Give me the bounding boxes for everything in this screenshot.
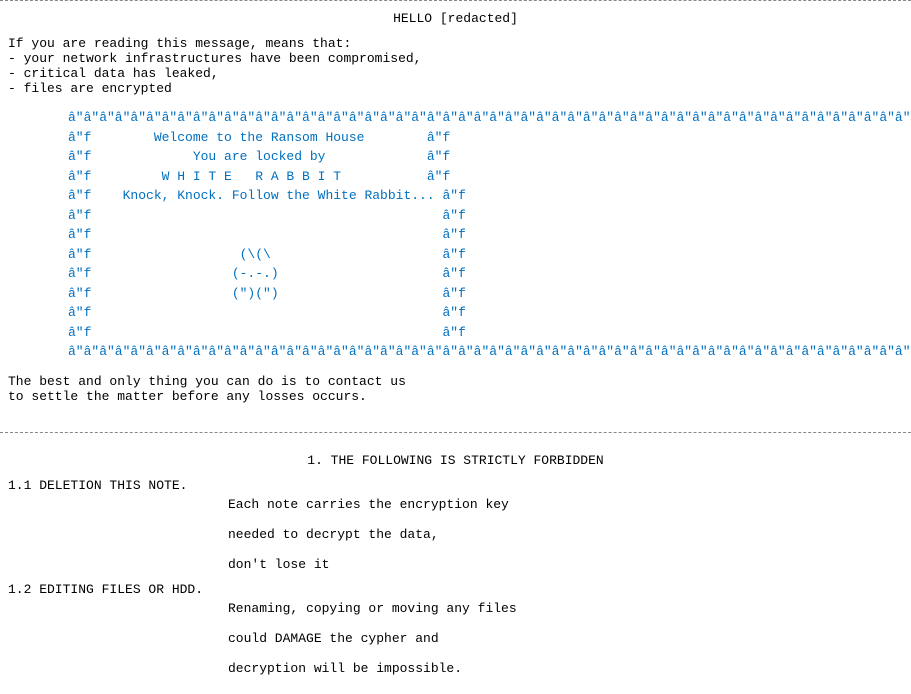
page-container: HELLO [redacted] If you are reading this… [0, 0, 911, 694]
rule-1-2-body: Renaming, copying or moving any files co… [228, 601, 903, 676]
ascii-white-rabbit: â"f W H I T E R A B B I T â"f [68, 169, 450, 184]
rule-1-1-line1: Each note carries the encryption key [228, 497, 903, 512]
intro-line4: - files are encrypted [8, 81, 903, 96]
rule-1-2-line1: Renaming, copying or moving any files [228, 601, 903, 616]
ascii-welcome: â"f Welcome to the Ransom House â"f [68, 130, 450, 145]
ascii-art-box: â"â"â"â"â"â"â"â"â"â"â"â"â"â"â"â"â"â"â"â"… [68, 108, 903, 362]
mid-dashed-border [0, 432, 911, 433]
rules-content: 1. THE FOLLOWING IS STRICTLY FORBIDDEN 1… [0, 441, 911, 694]
intro-line2: - your network infrastructures have been… [8, 51, 903, 66]
rule-1-2-header: 1.2 EDITING FILES OR HDD. [8, 582, 903, 597]
rule-1-2-line2: could DAMAGE the cypher and [228, 631, 903, 646]
intro-line1: If you are reading this message, means t… [8, 36, 903, 51]
contact-line1: The best and only thing you can do is to… [8, 374, 406, 389]
section1-title: 1. THE FOLLOWING IS STRICTLY FORBIDDEN [8, 453, 903, 468]
ascii-empty1: â"f â"f [68, 208, 466, 223]
rule-1-1-line3: don't lose it [228, 557, 903, 572]
ascii-border-bottom: â"â"â"â"â"â"â"â"â"â"â"â"â"â"â"â"â"â"â"â"… [68, 344, 911, 359]
ascii-empty2: â"f â"f [68, 227, 466, 242]
rule-1-1-line2: needed to decrypt the data, [228, 527, 903, 542]
rule-1-1: 1.1 DELETION THIS NOTE. Each note carrie… [8, 478, 903, 572]
hello-heading: HELLO [redacted] [8, 11, 903, 26]
ascii-art-content: â"â"â"â"â"â"â"â"â"â"â"â"â"â"â"â"â"â"â"â"… [68, 108, 903, 362]
intro-line3: - critical data has leaked, [8, 66, 903, 81]
hello-text: HELLO [redacted] [393, 11, 518, 26]
rule-1-2: 1.2 EDITING FILES OR HDD. Renaming, copy… [8, 582, 903, 676]
intro-block: If you are reading this message, means t… [8, 36, 903, 96]
ascii-border-top: â"â"â"â"â"â"â"â"â"â"â"â"â"â"â"â"â"â"â"â"… [68, 110, 911, 125]
ascii-knock: â"f Knock, Knock. Follow the White Rabbi… [68, 188, 466, 203]
contact-line2: to settle the matter before any losses o… [8, 389, 367, 404]
ascii-empty3: â"f â"f [68, 305, 466, 320]
ascii-bunny2: â"f (-.-.) â"f [68, 266, 466, 281]
rule-1-2-line3: decryption will be impossible. [228, 661, 903, 676]
ascii-bunny1: â"f (\(\ â"f [68, 247, 466, 262]
rule-1-1-body: Each note carries the encryption key nee… [228, 497, 903, 572]
ascii-locked: â"f You are locked by â"f [68, 149, 450, 164]
ascii-empty4: â"f â"f [68, 325, 466, 340]
contact-text: The best and only thing you can do is to… [8, 374, 903, 404]
main-content: HELLO [redacted] If you are reading this… [0, 1, 911, 424]
section1-title-text: 1. THE FOLLOWING IS STRICTLY FORBIDDEN [307, 453, 603, 468]
ascii-bunny3: â"f (")(") â"f [68, 286, 466, 301]
rule-1-1-header: 1.1 DELETION THIS NOTE. [8, 478, 903, 493]
